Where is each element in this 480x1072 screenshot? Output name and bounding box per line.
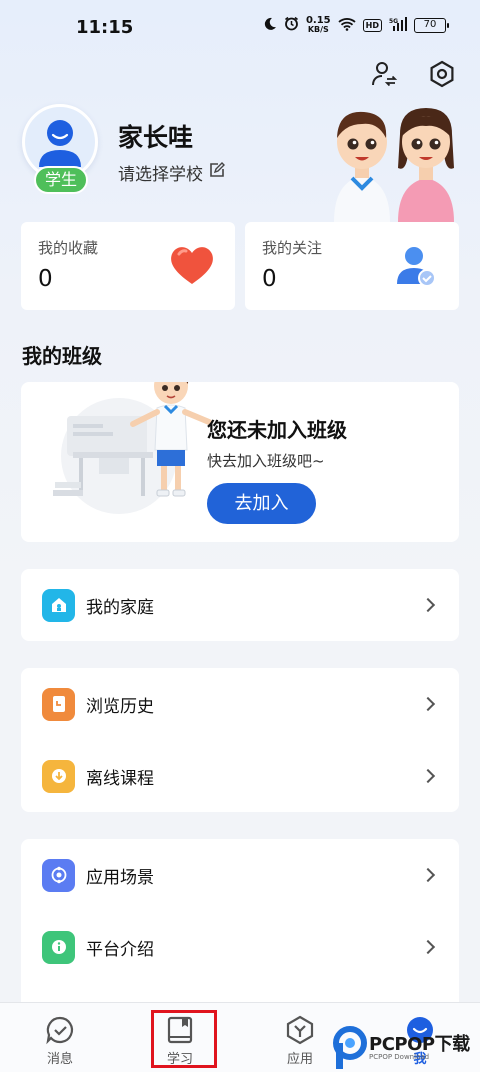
chevron-right-icon (420, 939, 436, 955)
signal-icon: 5G (389, 16, 407, 34)
kids-illustration (326, 104, 466, 224)
net-speed-value: 0.15 (305, 15, 331, 26)
tab-messages[interactable]: 消息 (30, 1015, 90, 1067)
watermark-sub: PCPOP Download (369, 1053, 430, 1061)
highlight-box (151, 1010, 217, 1068)
school-select[interactable]: 请选择学校 (118, 160, 225, 185)
join-class-button[interactable]: 去加入 (207, 483, 316, 524)
settings-icon[interactable] (424, 56, 460, 92)
wifi-icon (338, 17, 356, 34)
watermark-logo: PCPOP下载 PCPOP Download (333, 1024, 480, 1072)
status-time: 11:15 (76, 17, 134, 38)
net-speed: 0.15 KB/S (305, 15, 331, 35)
moon-icon (263, 17, 277, 34)
status-icons: 0.15 KB/S HD 5G 70 (263, 15, 449, 35)
menu-item-platform-intro[interactable]: 平台介绍 (21, 911, 459, 983)
user-follow-icon (395, 244, 439, 292)
menu-item-label: 离线课程 (86, 768, 154, 789)
my-class-title: 我的班级 (22, 344, 102, 368)
menu-group-platform: 应用场景 平台介绍 (21, 839, 459, 1009)
favorites-label: 我的收藏 (38, 239, 99, 257)
school-select-label: 请选择学校 (118, 165, 203, 185)
avatar-person-icon (39, 120, 81, 167)
menu-item-label: 应用场景 (86, 867, 154, 888)
following-label: 我的关注 (262, 239, 323, 257)
menu-item-offline-courses[interactable]: 离线课程 (21, 740, 459, 812)
switch-user-icon[interactable] (366, 56, 402, 92)
net-speed-unit: KB/S (307, 25, 329, 34)
download-icon (42, 759, 75, 793)
message-icon (45, 1015, 75, 1045)
hd-badge: HD (362, 18, 382, 32)
menu-item-scenes[interactable]: 应用场景 (21, 839, 459, 911)
menu-item-label: 平台介绍 (86, 939, 154, 960)
chevron-right-icon (420, 597, 436, 613)
status-bar: 11:15 0.15 KB/S HD 5G 70 (0, 0, 480, 56)
profile-name: 家长哇 (118, 123, 194, 152)
chevron-right-icon (420, 867, 436, 883)
edit-icon (209, 162, 225, 183)
tab-label: 应用 (286, 1052, 313, 1067)
menu-item-label: 浏览历史 (86, 696, 154, 717)
menu-item-family[interactable]: 我的家庭 (21, 569, 459, 641)
favorites-card[interactable]: 我的收藏 0 (21, 222, 235, 310)
class-card: 您还未加入班级 快去加入班级吧~ 去加入 (21, 382, 459, 542)
following-count: 0 (262, 266, 277, 292)
chevron-right-icon (420, 696, 436, 712)
tab-label: 消息 (46, 1052, 73, 1067)
watermark-p-icon (333, 1026, 367, 1069)
following-card[interactable]: 我的关注 0 (245, 222, 459, 310)
battery-indicator: 70 (414, 17, 449, 33)
svg-text:5G: 5G (389, 18, 398, 25)
menu-item-label: 我的家庭 (86, 597, 154, 618)
heart-icon (169, 244, 215, 290)
scene-icon (42, 858, 75, 892)
favorites-count: 0 (38, 266, 53, 292)
menu-item-history[interactable]: 浏览历史 (21, 668, 459, 740)
history-icon (42, 687, 75, 721)
class-empty-title: 您还未加入班级 (207, 418, 347, 442)
tab-apps[interactable]: 应用 (270, 1015, 330, 1067)
menu-group-family: 我的家庭 (21, 569, 459, 641)
menu-group-history: 浏览历史 离线课程 (21, 668, 459, 812)
home-icon (42, 588, 75, 622)
class-empty-illustration (49, 382, 219, 526)
info-icon (42, 930, 75, 964)
role-badge: 学生 (34, 166, 88, 194)
chevron-right-icon (420, 768, 436, 784)
class-empty-subtitle: 快去加入班级吧~ (207, 452, 325, 470)
alarm-icon (284, 16, 299, 34)
apps-icon (285, 1015, 315, 1045)
